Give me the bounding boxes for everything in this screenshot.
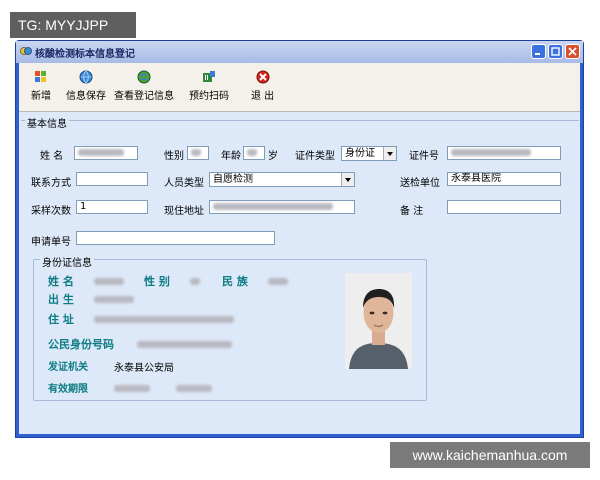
lab-input[interactable]: 永泰县医院 — [447, 172, 561, 186]
watermark-bottom-right: www.kaichemanhua.com — [390, 442, 590, 468]
gender-input[interactable] — [187, 146, 209, 160]
chevron-down-icon[interactable] — [383, 147, 396, 160]
request-no-input[interactable] — [76, 231, 275, 245]
request-no-label: 申请单号 — [31, 237, 71, 248]
close-icon — [568, 47, 577, 56]
view-registry-label: 查看登记信息 — [114, 91, 174, 102]
id-type-value: 身份证 — [345, 148, 375, 159]
redacted-value — [247, 148, 257, 156]
name-input[interactable] — [74, 146, 138, 160]
id-photo — [345, 273, 412, 369]
basic-info-title: 基本信息 — [25, 115, 69, 130]
lab-value: 永泰县医院 — [451, 173, 501, 184]
save-info-label: 信息保存 — [66, 91, 106, 102]
basic-info-group: 基本信息 姓 名 性别 年龄 岁 证件类型 身份证 证件号 联系方式 人员类型 … — [21, 115, 579, 439]
id-ethnicity-label: 民 族 — [222, 275, 248, 288]
globe-view-icon — [137, 70, 151, 84]
exit-button[interactable]: 退 出 — [251, 69, 274, 102]
person-photo-icon — [345, 273, 412, 369]
id-issuer-value: 永泰县公安局 — [114, 363, 174, 374]
id-gender-label: 性 别 — [144, 275, 170, 288]
minimize-button[interactable] — [531, 44, 546, 59]
maximize-icon — [551, 47, 560, 56]
save-info-button[interactable]: 信息保存 — [66, 69, 106, 102]
globe-save-icon — [79, 70, 93, 84]
sample-count-input[interactable]: 1 — [76, 200, 148, 214]
scan-button[interactable]: 预约扫码 — [189, 69, 229, 102]
redacted-value — [137, 341, 232, 348]
redacted-value — [94, 316, 234, 323]
id-issuer-label: 发证机关 — [48, 362, 88, 373]
remark-label: 备 注 — [400, 206, 424, 217]
client-area: 新增 信息保存 查看登记信息 预约扫码 退 出 基本信息 姓 名 性别 年龄 岁… — [19, 63, 580, 434]
remark-input[interactable] — [447, 200, 561, 214]
person-type-value: 自愿检测 — [213, 174, 253, 185]
name-label: 姓 名 — [40, 151, 64, 162]
redacted-value — [268, 278, 288, 285]
id-address-label: 住 址 — [48, 313, 74, 326]
new-button[interactable]: 新增 — [31, 69, 51, 102]
toolbar: 新增 信息保存 查看登记信息 预约扫码 退 出 — [19, 63, 580, 112]
redacted-value — [190, 278, 200, 285]
redacted-value — [114, 385, 150, 392]
age-label: 年龄 — [221, 151, 241, 162]
minimize-icon — [535, 53, 540, 55]
sample-count-label: 采样次数 — [31, 206, 71, 217]
redacted-value — [176, 385, 212, 392]
id-type-select[interactable]: 身份证 — [341, 146, 397, 161]
lab-label: 送检单位 — [400, 178, 440, 189]
windows-flag-icon — [35, 71, 46, 82]
chevron-down-icon[interactable] — [341, 173, 354, 186]
scan-label: 预约扫码 — [189, 91, 229, 102]
contact-label: 联系方式 — [31, 178, 71, 189]
redacted-value — [94, 296, 134, 303]
id-name-label: 姓 名 — [48, 275, 74, 288]
address-input[interactable] — [209, 200, 355, 214]
app-icon — [20, 47, 32, 55]
gender-label: 性别 — [164, 151, 184, 162]
person-type-label: 人员类型 — [164, 178, 204, 189]
title-bar[interactable]: 核酸检测标本信息登记 — [16, 41, 583, 63]
redacted-value — [451, 148, 531, 156]
person-type-select[interactable]: 自愿检测 — [209, 172, 355, 187]
exit-icon — [256, 70, 270, 84]
close-button[interactable] — [565, 44, 580, 59]
id-type-label: 证件类型 — [295, 151, 335, 162]
contact-input[interactable] — [76, 172, 148, 186]
address-label: 现住地址 — [164, 206, 204, 217]
app-window: 核酸检测标本信息登记 新增 信息保存 查看登记信息 预约扫码 退 出 基本信息 … — [15, 40, 584, 438]
id-card-panel: 身份证信息 姓 名 性 别 民 族 出 生 住 址 公民身份号码 发证机关 永泰… — [33, 254, 427, 401]
id-no-label: 证件号 — [409, 151, 439, 162]
id-number-label: 公民身份号码 — [48, 338, 114, 351]
sample-count-value: 1 — [80, 201, 87, 212]
exit-label: 退 出 — [251, 91, 275, 102]
id-card-title: 身份证信息 — [40, 254, 94, 269]
id-validity-label: 有效期限 — [48, 384, 88, 395]
maximize-button[interactable] — [548, 44, 563, 59]
id-no-input[interactable] — [447, 146, 561, 160]
redacted-value — [78, 148, 124, 156]
view-registry-button[interactable]: 查看登记信息 — [114, 69, 174, 102]
watermark-top-left: TG: MYYJJPP — [10, 12, 136, 38]
redacted-value — [191, 148, 201, 156]
barcode-scan-icon — [203, 71, 215, 82]
window-title: 核酸检测标本信息登记 — [35, 49, 135, 60]
redacted-value — [94, 278, 124, 285]
redacted-value — [213, 202, 333, 210]
age-input[interactable] — [243, 146, 265, 160]
id-birth-label: 出 生 — [48, 293, 74, 306]
age-unit-label: 岁 — [268, 151, 278, 162]
new-label: 新增 — [31, 91, 51, 102]
